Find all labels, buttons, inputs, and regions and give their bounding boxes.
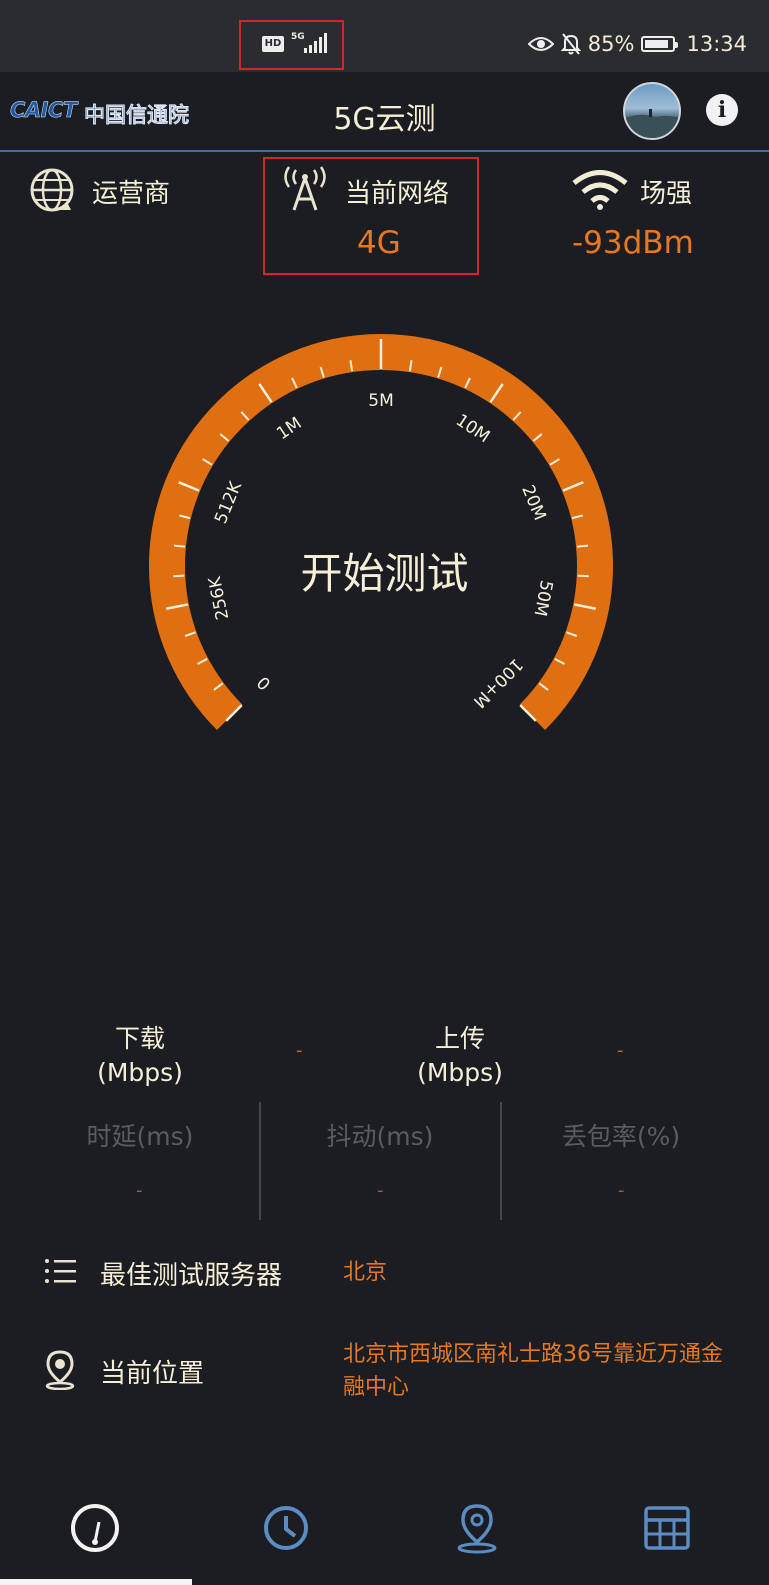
user-avatar[interactable]	[623, 82, 681, 140]
grid-table-icon[interactable]	[641, 1502, 693, 1554]
upload-unit: (Mbps)	[417, 1058, 503, 1087]
gauge-scale-label: 10M	[452, 410, 493, 447]
download-unit: (Mbps)	[97, 1058, 183, 1087]
clock-time: 13:34	[686, 32, 747, 56]
current-location-label: 当前位置	[100, 1359, 205, 1389]
best-server-value[interactable]: 北京	[343, 1256, 387, 1289]
jitter-label: 抖动(ms)	[326, 1122, 434, 1151]
home-indicator	[0, 1579, 192, 1585]
eye-icon	[527, 37, 554, 51]
location-line-2: 融中心	[343, 1375, 410, 1400]
signal-label: 场强	[640, 179, 693, 209]
packet-loss-label: 丢包率(%)	[561, 1122, 681, 1151]
best-server-label: 最佳测试服务器	[100, 1261, 283, 1291]
status-highlight-box	[239, 20, 344, 70]
start-test-button[interactable]: 开始测试	[0, 540, 769, 601]
gauge-scale-label: 0	[253, 672, 275, 694]
bell-mute-icon	[560, 33, 581, 55]
latency-value: -	[136, 1180, 143, 1201]
location-pin-icon	[45, 1350, 75, 1390]
download-title: 下载	[114, 1024, 165, 1053]
info-icon[interactable]: i	[706, 94, 738, 126]
operator-label: 运营商	[92, 179, 171, 209]
network-highlight-box	[263, 157, 479, 275]
divider	[500, 1102, 502, 1220]
upload-label: 上传 (Mbps)	[400, 1022, 520, 1090]
upload-value: -	[617, 1040, 624, 1061]
upload-title: 上传	[434, 1024, 485, 1053]
wifi-signal-icon	[572, 170, 628, 210]
latency-label: 时延(ms)	[86, 1122, 194, 1151]
packet-loss-value: -	[618, 1180, 625, 1201]
battery-percent: 85%	[587, 32, 635, 56]
divider	[259, 1102, 261, 1220]
gauge-scale-label: 1M	[273, 413, 305, 444]
gauge-scale-label: 512K	[211, 478, 246, 527]
signal-value: -93dBm	[572, 225, 694, 261]
status-right-group: 85% 13:34	[527, 30, 747, 58]
download-label: 下载 (Mbps)	[80, 1022, 200, 1090]
gauge-scale-label: 20M	[517, 482, 549, 523]
speedometer-icon[interactable]	[69, 1502, 121, 1554]
download-value: -	[296, 1040, 303, 1061]
gauge-scale-label: 100+M	[469, 654, 527, 712]
battery-icon	[641, 36, 679, 52]
history-clock-icon[interactable]	[260, 1502, 312, 1554]
operator-globe-icon	[30, 168, 74, 212]
gauge-scale-label: 5M	[368, 391, 393, 411]
jitter-value: -	[377, 1180, 384, 1201]
list-icon	[45, 1259, 76, 1283]
location-line-1: 北京市西城区南礼士路36号靠近万通金	[343, 1342, 723, 1367]
current-location-value: 北京市西城区南礼士路36号靠近万通金 融中心	[343, 1338, 753, 1404]
map-pin-icon[interactable]	[451, 1502, 503, 1554]
